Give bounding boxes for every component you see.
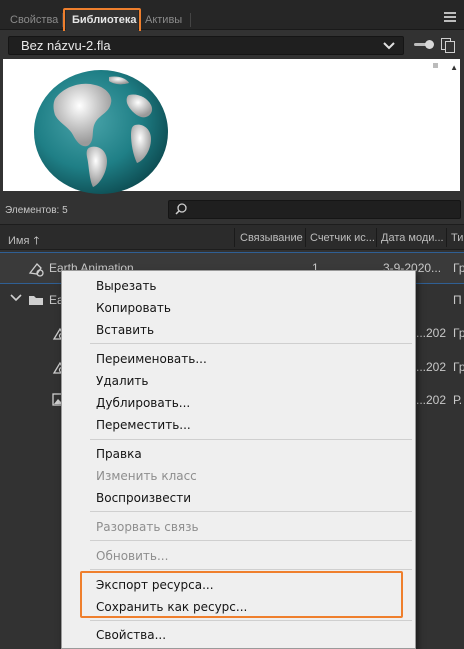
row-type: Р.: [453, 393, 463, 407]
menu-separator: [90, 620, 412, 621]
globe-preview-image: [33, 69, 169, 198]
library-column-header: Имя 🡑 Связывание Счетчик ис... Дата моди.…: [0, 224, 464, 250]
library-search-input[interactable]: [168, 200, 461, 219]
menu-item-duplicate[interactable]: Дублировать...: [96, 396, 190, 410]
chevron-down-icon: [383, 37, 395, 56]
menu-item-properties[interactable]: Свойства...: [96, 628, 166, 642]
menu-item-copy[interactable]: Копировать: [96, 301, 171, 315]
menu-item-delete[interactable]: Удалить: [96, 374, 149, 388]
new-library-panel-icon[interactable]: [441, 38, 456, 53]
menu-item-cut[interactable]: Вырезать: [96, 279, 157, 293]
panel-menu-icon[interactable]: [444, 12, 456, 22]
row-type: Гр: [453, 360, 464, 374]
row-type: Гр: [453, 261, 464, 275]
menu-item-play[interactable]: Воспроизвести: [96, 491, 191, 505]
row-type: П: [453, 293, 462, 307]
document-name: Bez názvu-2.fla: [21, 38, 111, 53]
column-name[interactable]: Имя 🡑: [8, 232, 233, 251]
row-date: ...202...: [416, 360, 446, 374]
menu-item-edit[interactable]: Правка: [96, 447, 142, 461]
sort-ascending-icon: 🡑: [33, 235, 40, 247]
menu-item-update: Обновить...: [96, 549, 169, 563]
row-date: ...202...: [416, 393, 446, 407]
row-date: ...202...: [416, 326, 446, 340]
menu-item-break-link: Разорвать связь: [96, 520, 199, 534]
menu-item-edit-class: Изменить класс: [96, 469, 197, 483]
menu-separator: [90, 569, 412, 570]
item-count-label: Элементов: 5: [5, 205, 68, 216]
column-type[interactable]: Ти: [451, 232, 464, 244]
tab-assets[interactable]: Активы: [139, 10, 188, 30]
search-icon: [175, 203, 187, 215]
pin-library-icon[interactable]: [414, 40, 434, 49]
menu-item-rename[interactable]: Переименовать...: [96, 352, 207, 366]
play-control-icon[interactable]: [433, 63, 438, 68]
preview-area: ▲: [3, 59, 460, 194]
scroll-up-arrow-icon[interactable]: ▲: [450, 63, 458, 72]
folder-icon: [28, 293, 44, 307]
annotation-highlight-library-tab: [63, 8, 141, 33]
row-type: Гр: [453, 326, 464, 340]
column-linkage[interactable]: Связывание: [240, 232, 304, 244]
menu-item-paste[interactable]: Вставить: [96, 323, 154, 337]
menu-separator: [90, 511, 412, 512]
document-row: Bez názvu-2.fla: [0, 31, 464, 59]
chevron-down-icon[interactable]: [10, 292, 22, 307]
column-date-modified[interactable]: Дата моди...: [381, 232, 445, 244]
menu-separator: [90, 343, 412, 344]
tab-properties[interactable]: Свойства: [4, 10, 64, 30]
annotation-highlight-export-items: [80, 571, 403, 618]
tab-divider: [190, 13, 191, 27]
menu-item-move[interactable]: Переместить...: [96, 418, 191, 432]
menu-separator: [90, 439, 412, 440]
document-dropdown[interactable]: Bez názvu-2.fla: [8, 36, 404, 55]
movie-clip-icon: [28, 261, 44, 277]
menu-separator: [90, 540, 412, 541]
column-use-count[interactable]: Счетчик ис...: [310, 232, 375, 244]
